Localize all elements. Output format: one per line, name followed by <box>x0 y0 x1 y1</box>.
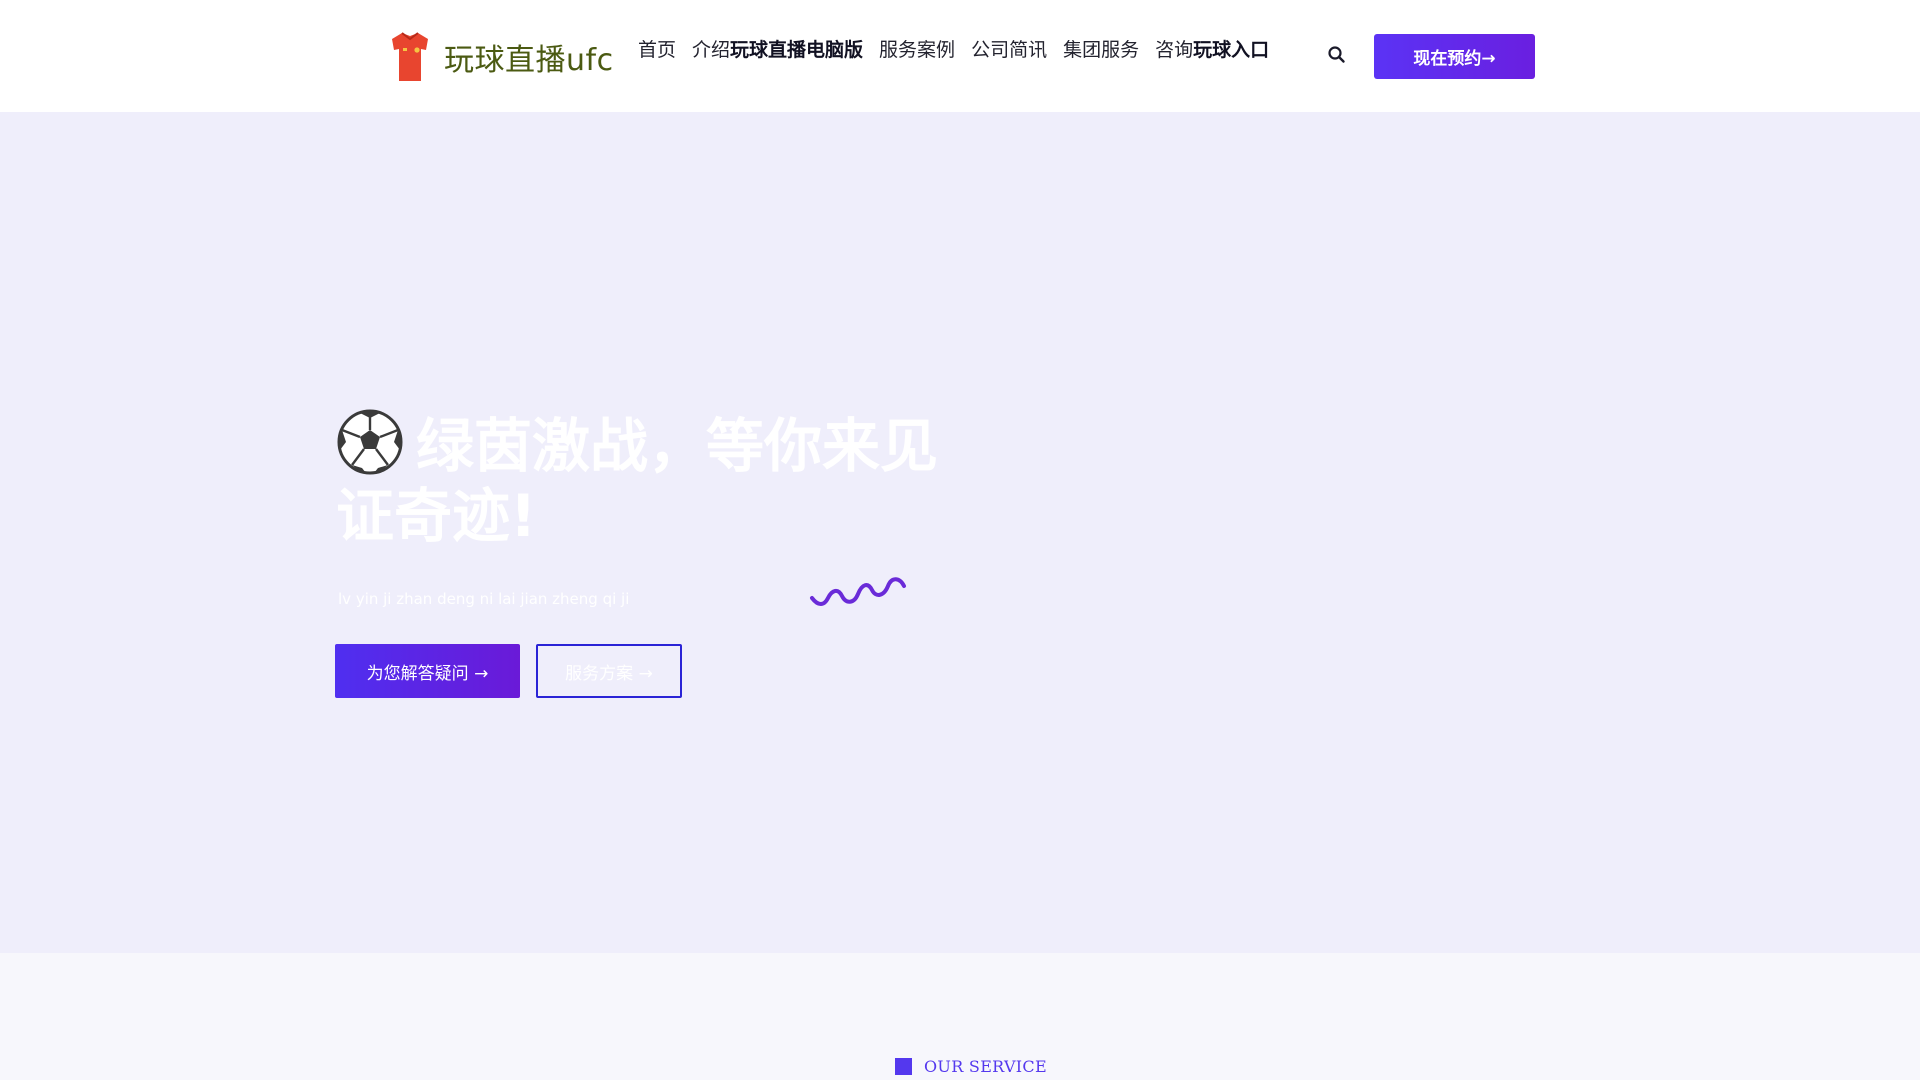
answer-questions-button[interactable]: 为您解答疑问 → <box>335 644 520 698</box>
search-icon[interactable] <box>1326 44 1348 66</box>
service-section: OUR SERVICE <box>0 953 1920 1080</box>
nav-item-consult-label: 咨询 <box>1155 38 1194 61</box>
nav-item-consult[interactable]: 咨询玩球入口 <box>1155 35 1269 62</box>
site-header: 玩球直播ufc 首页 介绍玩球直播电脑版 服务案例 公司简讯 集团服务 咨询玩球… <box>0 0 1920 112</box>
nav-item-group-services-label: 集团服务 <box>1063 38 1140 61</box>
nav-item-consult-keyword: 玩球入口 <box>1193 38 1270 61</box>
nav-item-news[interactable]: 公司简讯 <box>971 35 1047 62</box>
site-logo-text: 玩球直播ufc <box>444 43 614 78</box>
nav-item-group-services[interactable]: 集团服务 <box>1063 35 1139 62</box>
service-tag-label: OUR SERVICE <box>924 1057 1047 1076</box>
squiggle-decoration-icon <box>810 577 906 606</box>
hero-section: 绿茵激战，等你来见证奇迹! lv yin ji zhan deng ni lai… <box>0 112 1920 953</box>
service-tag: OUR SERVICE <box>895 1057 1047 1076</box>
nav-item-home-label: 首页 <box>638 38 677 61</box>
hero-subtitle: lv yin ji zhan deng ni lai jian zheng qi… <box>338 590 630 608</box>
nav-item-news-label: 公司简讯 <box>971 38 1048 61</box>
square-bullet-icon <box>895 1058 912 1075</box>
nav-item-intro-keyword: 玩球直播电脑版 <box>730 38 864 61</box>
hero-title-text: 绿茵激战，等你来见证奇迹! <box>336 412 939 550</box>
nav-item-cases-label: 服务案例 <box>879 38 956 61</box>
nav-item-intro-label: 介绍 <box>692 38 731 61</box>
nav-item-intro[interactable]: 介绍玩球直播电脑版 <box>692 35 863 62</box>
nav-item-cases[interactable]: 服务案例 <box>879 35 955 62</box>
book-now-button[interactable]: 现在预约→ <box>1374 34 1535 79</box>
jersey-icon <box>392 32 428 81</box>
soccer-ball-icon <box>337 409 403 475</box>
main-nav: 首页 介绍玩球直播电脑版 服务案例 公司简讯 集团服务 咨询玩球入口 <box>638 34 1269 62</box>
site-logo[interactable]: 玩球直播ufc <box>388 30 614 84</box>
hero-title: 绿茵激战，等你来见证奇迹! <box>336 408 966 551</box>
nav-item-home[interactable]: 首页 <box>638 35 676 62</box>
service-plans-button[interactable]: 服务方案 → <box>536 644 682 698</box>
